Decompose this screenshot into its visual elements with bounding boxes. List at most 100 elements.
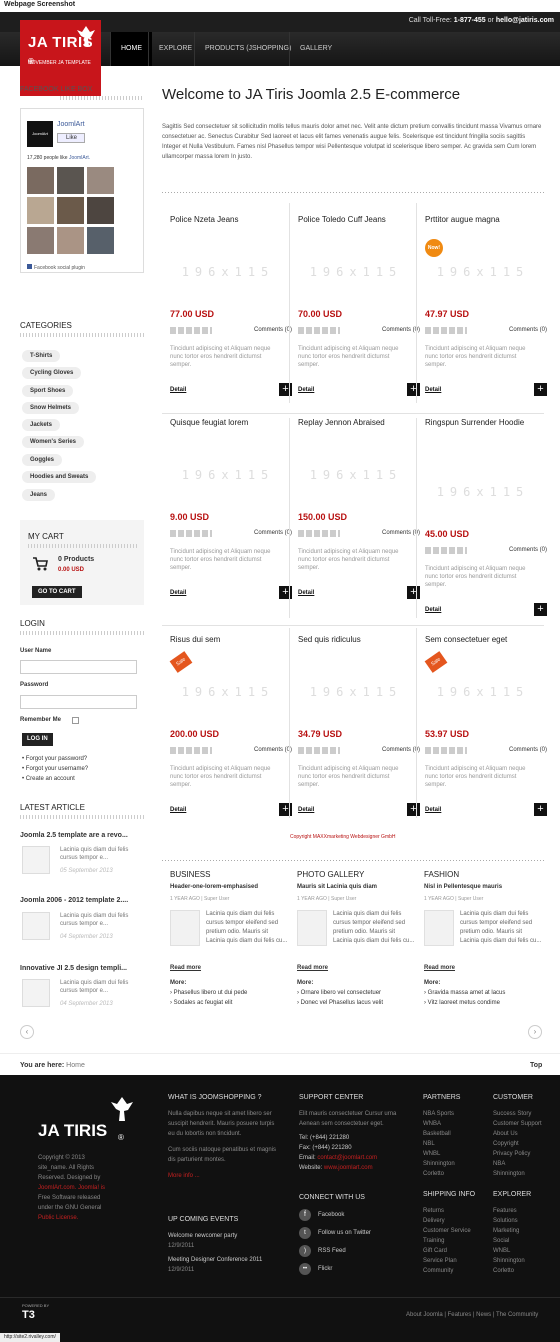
footer-link[interactable]: NBA: [493, 1159, 559, 1169]
rss-icon[interactable]: ): [299, 1245, 311, 1257]
add-to-cart-icon[interactable]: +: [534, 803, 547, 816]
product-card[interactable]: Police Nzeta Jeans 196x115 77.00 USD Commen…: [170, 215, 292, 405]
back-to-top[interactable]: Top: [530, 1062, 542, 1069]
product-name[interactable]: Risus dui sem: [170, 635, 292, 644]
product-name[interactable]: Quisque feugiat lorem: [170, 418, 292, 427]
t3-logo[interactable]: T3: [22, 1309, 35, 1321]
category-item[interactable]: Sport Shoes: [22, 385, 74, 397]
footer-link[interactable]: Returns: [423, 1206, 489, 1216]
footer-link[interactable]: WNBA: [423, 1119, 489, 1129]
product-comments[interactable]: Comments (0): [509, 747, 547, 753]
read-more-link[interactable]: Read more: [424, 965, 455, 971]
detail-link[interactable]: Detail: [425, 387, 441, 393]
footer-link[interactable]: Basketball: [423, 1129, 489, 1139]
add-to-cart-icon[interactable]: +: [407, 383, 420, 396]
footer-link[interactable]: Service Plan: [423, 1256, 489, 1266]
breadcrumb-home[interactable]: Home: [66, 1062, 85, 1069]
more-link[interactable]: › Sodales ac feugiat elit: [170, 1000, 232, 1006]
more-link[interactable]: › Gravida massa amet at lacus: [424, 990, 505, 996]
product-comments[interactable]: Comments (0): [254, 327, 292, 333]
detail-link[interactable]: Detail: [170, 807, 186, 813]
footer-link[interactable]: Social: [493, 1236, 559, 1246]
footer-link[interactable]: Privacy Policy: [493, 1149, 559, 1159]
product-name[interactable]: Replay Jennon Abraised: [298, 418, 420, 427]
article-section[interactable]: PHOTO GALLERY: [297, 870, 415, 879]
detail-link[interactable]: Detail: [298, 807, 314, 813]
detail-link[interactable]: Detail: [170, 590, 186, 596]
category-item[interactable]: Jeans: [22, 489, 56, 501]
more-link[interactable]: › Vitz laoreet metus condime: [424, 1000, 500, 1006]
footer-link[interactable]: Features: [493, 1206, 559, 1216]
flickr-icon[interactable]: ••: [299, 1263, 311, 1275]
article-section[interactable]: BUSINESS: [170, 870, 288, 879]
product-image[interactable]: 196x115: [433, 477, 533, 507]
prev-arrow-icon[interactable]: ‹: [20, 1025, 34, 1039]
product-image[interactable]: 196x115: [306, 677, 406, 707]
footer-link[interactable]: Success Story: [493, 1109, 559, 1119]
product-card[interactable]: Sem consectetuer eget 196x115 53.97 USD Com…: [424, 635, 547, 825]
latest-title[interactable]: Joomla 2006 - 2012 template 2....: [20, 897, 128, 904]
product-image[interactable]: 196x115: [178, 257, 278, 287]
article-title[interactable]: Nisl in Pellentesque mauris: [424, 884, 502, 890]
product-name[interactable]: Sed quis ridiculus: [298, 635, 420, 644]
footer-logo[interactable]: JA TIRIS: [38, 1121, 107, 1141]
footer-link[interactable]: Customer Support: [493, 1119, 559, 1129]
detail-link[interactable]: Detail: [170, 387, 186, 393]
footer-link[interactable]: Shinnington: [493, 1256, 559, 1266]
category-item[interactable]: Women's Series: [22, 436, 85, 448]
product-image[interactable]: 196x115: [433, 677, 533, 707]
remember-checkbox[interactable]: [72, 717, 79, 724]
category-item[interactable]: Hoodies and Sweats: [22, 471, 97, 483]
footer-link[interactable]: Delivery: [423, 1216, 489, 1226]
product-name[interactable]: Police Toledo Cuff Jeans: [298, 215, 420, 224]
product-comments[interactable]: Comments (0): [509, 547, 547, 553]
forgot-username-link[interactable]: • Forgot your username?: [22, 764, 88, 774]
username-input[interactable]: [20, 660, 137, 674]
more-link[interactable]: › Ornare libero vel consectetuer: [297, 990, 381, 996]
facebook-icon[interactable]: f: [299, 1209, 311, 1221]
product-comments[interactable]: Comments (0): [382, 327, 420, 333]
product-image[interactable]: 196x115: [306, 257, 406, 287]
footer-link[interactable]: Copyright: [493, 1139, 559, 1149]
read-more-link[interactable]: Read more: [170, 965, 201, 971]
login-button[interactable]: LOG IN: [22, 733, 53, 746]
category-item[interactable]: Cycling Gloves: [22, 367, 82, 379]
product-name[interactable]: Ringspun Surrender Hoodie: [425, 418, 547, 427]
footer-link[interactable]: Solutions: [493, 1216, 559, 1226]
tollfree-number[interactable]: 1-877-455: [454, 17, 486, 24]
product-card[interactable]: Prttitor augue magna 196x115 47.97 USD Comm…: [425, 215, 547, 405]
twitter-icon[interactable]: t: [299, 1227, 311, 1239]
footer-link[interactable]: WNBL: [423, 1149, 489, 1159]
category-item[interactable]: Snow Helmets: [22, 402, 80, 414]
product-name[interactable]: Sem consectetuer eget: [425, 635, 547, 644]
add-to-cart-icon[interactable]: +: [407, 586, 420, 599]
footer-links[interactable]: About Joomla | Features | News | The Com…: [406, 1312, 538, 1318]
product-name[interactable]: Prttitor augue magna: [425, 215, 547, 224]
product-comments[interactable]: Comments (0): [382, 530, 420, 536]
read-more-link[interactable]: Read more: [297, 965, 328, 971]
product-card[interactable]: Police Toledo Cuff Jeans 196x115 70.00 USD…: [298, 215, 420, 405]
footer-link[interactable]: Shinnington: [493, 1169, 559, 1179]
detail-link[interactable]: Detail: [425, 807, 441, 813]
support-email[interactable]: contact@joomlart.com: [317, 1155, 377, 1161]
forgot-password-link[interactable]: • Forgot your password?: [22, 754, 88, 764]
add-to-cart-icon[interactable]: +: [534, 603, 547, 616]
category-item[interactable]: T-Shirts: [22, 350, 61, 362]
footer-link[interactable]: Training: [423, 1236, 489, 1246]
article-title[interactable]: Header-one-lorem-emphasised: [170, 884, 258, 890]
footer-link[interactable]: NBL: [423, 1139, 489, 1149]
product-comments[interactable]: Comments (0): [254, 747, 292, 753]
add-to-cart-icon[interactable]: +: [279, 586, 292, 599]
latest-title[interactable]: Innovative JI 2.5 design templi...: [20, 965, 127, 972]
connect-rss[interactable]: RSS Feed: [318, 1246, 346, 1256]
footer-link[interactable]: Gift Card: [423, 1246, 489, 1256]
product-name[interactable]: Police Nzeta Jeans: [170, 215, 292, 224]
product-image[interactable]: 196x115: [433, 257, 533, 287]
product-comments[interactable]: Comments (0): [382, 747, 420, 753]
footer-link[interactable]: Corletto: [493, 1266, 559, 1276]
detail-link[interactable]: Detail: [298, 387, 314, 393]
latest-title[interactable]: Joomla 2.5 template are a revo...: [20, 832, 128, 839]
more-info-link[interactable]: More info ...: [168, 1171, 278, 1181]
connect-facebook[interactable]: Facebook: [318, 1210, 344, 1220]
footer-link[interactable]: Community: [423, 1266, 489, 1276]
